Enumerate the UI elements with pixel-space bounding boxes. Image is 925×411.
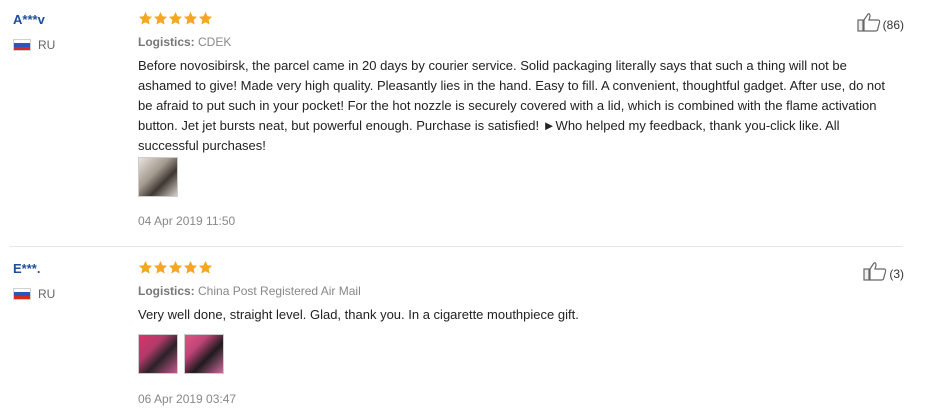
thumbs-up-icon <box>863 262 887 281</box>
star-icon <box>183 260 198 275</box>
logistics-value: CDEK <box>198 35 232 49</box>
reviewer-country: RU <box>13 38 55 52</box>
review-photo-thumbnail[interactable] <box>138 334 178 374</box>
star-icon <box>198 260 213 275</box>
logistics-info: Logistics: China Post Registered Air Mai… <box>138 284 361 298</box>
review-item: E***. RU Logistics: China Post Registere… <box>0 247 925 411</box>
reviewer-name[interactable]: E***. <box>13 261 40 276</box>
country-code: RU <box>38 287 56 301</box>
logistics-label: Logistics: <box>138 284 195 298</box>
thumbs-up-icon <box>857 13 880 32</box>
review-photos <box>138 334 230 374</box>
review-date: 04 Apr 2019 11:50 <box>138 214 236 228</box>
star-icon <box>168 260 183 275</box>
like-count: (3) <box>889 267 904 281</box>
reviewer-name[interactable]: A***v <box>13 12 45 27</box>
star-rating <box>138 11 213 26</box>
star-icon <box>183 11 198 26</box>
helpful-like-button[interactable]: (86) <box>857 12 904 32</box>
star-icon <box>198 11 213 26</box>
helpful-like-button[interactable]: (3) <box>863 261 904 281</box>
star-icon <box>138 11 153 26</box>
review-item: A***v RU Logistics: CDEK Before novosibi… <box>0 0 925 246</box>
star-icon <box>153 260 168 275</box>
review-text: Before novosibirsk, the parcel came in 2… <box>138 58 886 153</box>
star-icon <box>153 11 168 26</box>
logistics-info: Logistics: CDEK <box>138 35 231 49</box>
star-icon <box>138 260 153 275</box>
like-count: (86) <box>882 18 904 32</box>
review-text: Very well done, straight level. Glad, th… <box>138 307 579 322</box>
review-photo-thumbnail[interactable] <box>184 334 224 374</box>
review-photo-thumbnail[interactable] <box>138 157 178 197</box>
reviewer-country: RU <box>13 287 55 301</box>
russia-flag-icon <box>13 288 31 300</box>
star-icon <box>168 11 183 26</box>
country-code: RU <box>38 38 56 52</box>
logistics-value: China Post Registered Air Mail <box>198 284 361 298</box>
review-date: 06 Apr 2019 03:47 <box>138 392 237 406</box>
review-photos <box>138 157 184 197</box>
star-rating <box>138 260 213 275</box>
logistics-label: Logistics: <box>138 35 195 49</box>
russia-flag-icon <box>13 39 31 51</box>
